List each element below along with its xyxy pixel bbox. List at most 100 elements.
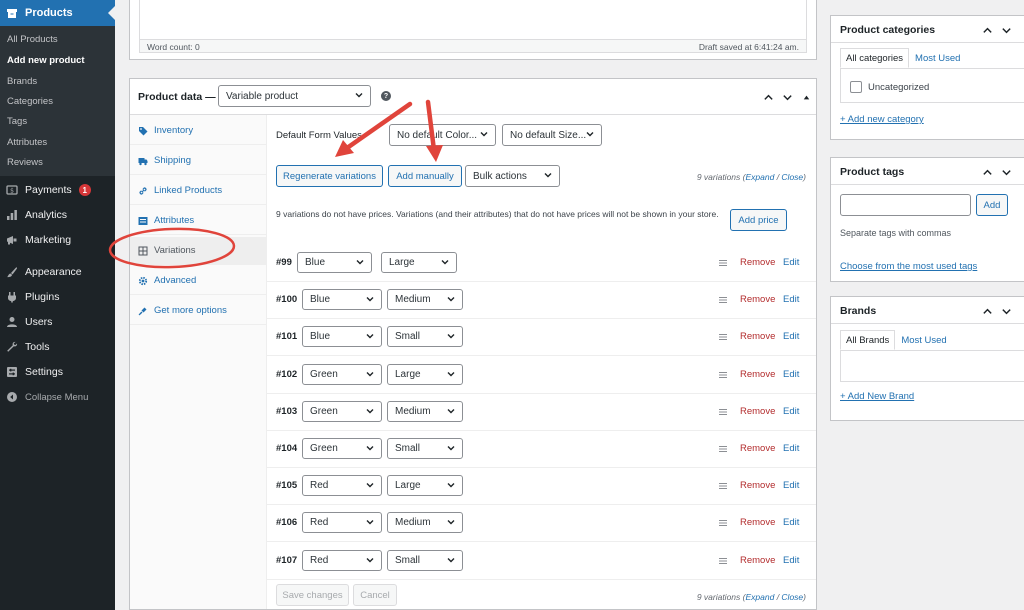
edit-variation-link[interactable]: Edit bbox=[783, 369, 799, 380]
edit-variation-link[interactable]: Edit bbox=[783, 517, 799, 528]
cancel-button[interactable]: Cancel bbox=[353, 584, 397, 606]
menu-item-settings[interactable]: Settings bbox=[6, 362, 115, 382]
submenu-attributes[interactable]: Attributes bbox=[7, 137, 47, 148]
drag-handle-icon[interactable] bbox=[718, 295, 728, 305]
submenu-categories[interactable]: Categories bbox=[7, 96, 53, 107]
move-down-icon[interactable] bbox=[1000, 166, 1012, 178]
content-editor[interactable] bbox=[139, 0, 807, 40]
variation-size-select[interactable]: Large bbox=[387, 475, 463, 497]
variation-row[interactable]: #106 Red Medium Remove Edit bbox=[267, 505, 816, 543]
variation-color-select[interactable]: Red bbox=[302, 475, 382, 497]
variation-row[interactable]: #103 Green Medium Remove Edit bbox=[267, 394, 816, 431]
menu-item-payments[interactable]: $ Payments 1 bbox=[6, 180, 115, 200]
variation-color-select[interactable]: Blue bbox=[302, 326, 382, 348]
move-up-icon[interactable] bbox=[981, 305, 993, 317]
menu-item-analytics[interactable]: Analytics bbox=[6, 205, 115, 225]
drag-handle-icon[interactable] bbox=[718, 370, 728, 380]
tab-most-used[interactable]: Most Used bbox=[895, 330, 952, 350]
submenu-tags[interactable]: Tags bbox=[7, 116, 27, 127]
close-link[interactable]: Close bbox=[781, 592, 803, 602]
move-up-icon[interactable] bbox=[981, 166, 993, 178]
remove-variation-link[interactable]: Remove bbox=[740, 294, 775, 305]
collapse-menu-button[interactable]: Collapse Menu bbox=[6, 387, 115, 407]
tab-all-brands[interactable]: All Brands bbox=[840, 330, 896, 350]
toggle-panel-icon[interactable] bbox=[800, 91, 812, 103]
variation-row[interactable]: #105 Red Large Remove Edit bbox=[267, 468, 816, 506]
save-changes-button[interactable]: Save changes bbox=[276, 584, 349, 606]
expand-link[interactable]: Expand bbox=[745, 592, 774, 602]
tag-input[interactable] bbox=[840, 194, 971, 216]
edit-variation-link[interactable]: Edit bbox=[783, 406, 799, 417]
tab-variations[interactable]: Variations bbox=[130, 237, 267, 265]
tab-most-used[interactable]: Most Used bbox=[909, 48, 966, 68]
variation-size-select[interactable]: Medium bbox=[387, 512, 463, 534]
add-price-button[interactable]: Add price bbox=[730, 209, 787, 231]
menu-item-plugins[interactable]: Plugins bbox=[6, 287, 115, 307]
menu-item-users[interactable]: Users bbox=[6, 312, 115, 332]
add-tag-button[interactable]: Add bbox=[976, 194, 1008, 216]
variation-row[interactable]: #100 Blue Medium Remove Edit bbox=[267, 282, 816, 320]
edit-variation-link[interactable]: Edit bbox=[783, 331, 799, 342]
variation-color-select[interactable]: Green bbox=[302, 363, 382, 385]
tab-shipping[interactable]: Shipping bbox=[130, 147, 267, 175]
tab-attributes[interactable]: Attributes bbox=[130, 207, 267, 235]
move-up-icon[interactable] bbox=[762, 91, 774, 103]
tab-inventory[interactable]: Inventory bbox=[130, 117, 267, 145]
remove-variation-link[interactable]: Remove bbox=[740, 406, 775, 417]
regenerate-variations-button[interactable]: Regenerate variations bbox=[276, 165, 383, 187]
variation-size-select[interactable]: Medium bbox=[387, 400, 463, 422]
remove-variation-link[interactable]: Remove bbox=[740, 331, 775, 342]
default-color-select[interactable]: No default Color... bbox=[389, 124, 496, 146]
tab-all-categories[interactable]: All categories bbox=[840, 48, 910, 68]
remove-variation-link[interactable]: Remove bbox=[740, 555, 775, 566]
move-up-icon[interactable] bbox=[981, 24, 993, 36]
add-manually-button[interactable]: Add manually bbox=[388, 165, 462, 187]
menu-item-tools[interactable]: Tools bbox=[6, 337, 115, 357]
variation-row[interactable]: #101 Blue Small Remove Edit bbox=[267, 319, 816, 357]
remove-variation-link[interactable]: Remove bbox=[740, 517, 775, 528]
variation-color-select[interactable]: Green bbox=[302, 438, 382, 459]
variation-size-select[interactable]: Large bbox=[381, 252, 457, 273]
variation-row[interactable]: #99 Blue Large Remove Edit bbox=[267, 245, 816, 282]
variation-color-select[interactable]: Green bbox=[302, 400, 382, 422]
close-link[interactable]: Close bbox=[781, 172, 803, 182]
menu-item-marketing[interactable]: Marketing bbox=[6, 230, 115, 250]
expand-link[interactable]: Expand bbox=[745, 172, 774, 182]
remove-variation-link[interactable]: Remove bbox=[740, 369, 775, 380]
remove-variation-link[interactable]: Remove bbox=[740, 257, 775, 268]
menu-item-products[interactable]: Products bbox=[0, 0, 115, 26]
drag-handle-icon[interactable] bbox=[718, 518, 728, 528]
variation-size-select[interactable]: Small bbox=[387, 326, 463, 348]
variation-row[interactable]: #107 Red Small Remove Edit bbox=[267, 543, 816, 580]
help-icon[interactable]: ? bbox=[381, 91, 391, 101]
remove-variation-link[interactable]: Remove bbox=[740, 480, 775, 491]
drag-handle-icon[interactable] bbox=[718, 481, 728, 491]
edit-variation-link[interactable]: Edit bbox=[783, 480, 799, 491]
drag-handle-icon[interactable] bbox=[718, 556, 728, 566]
drag-handle-icon[interactable] bbox=[718, 258, 728, 268]
move-down-icon[interactable] bbox=[1000, 24, 1012, 36]
remove-variation-link[interactable]: Remove bbox=[740, 443, 775, 454]
product-type-select[interactable]: Variable product bbox=[218, 85, 371, 107]
add-new-brand-link[interactable]: + Add New Brand bbox=[840, 391, 914, 402]
add-new-category-link[interactable]: + Add new category bbox=[840, 114, 924, 125]
variation-row[interactable]: #104 Green Small Remove Edit bbox=[267, 431, 816, 468]
move-down-icon[interactable] bbox=[1000, 305, 1012, 317]
submenu-brands[interactable]: Brands bbox=[7, 76, 37, 87]
variation-color-select[interactable]: Red bbox=[302, 549, 382, 571]
variation-size-select[interactable]: Medium bbox=[387, 289, 463, 311]
category-checkbox[interactable] bbox=[850, 81, 862, 93]
variation-size-select[interactable]: Small bbox=[387, 438, 463, 459]
variation-row[interactable]: #102 Green Large Remove Edit bbox=[267, 357, 816, 394]
drag-handle-icon[interactable] bbox=[718, 444, 728, 454]
variation-color-select[interactable]: Blue bbox=[302, 289, 382, 311]
variation-size-select[interactable]: Large bbox=[387, 363, 463, 385]
default-size-select[interactable]: No default Size... bbox=[502, 124, 602, 146]
drag-handle-icon[interactable] bbox=[718, 332, 728, 342]
edit-variation-link[interactable]: Edit bbox=[783, 443, 799, 454]
edit-variation-link[interactable]: Edit bbox=[783, 257, 799, 268]
menu-item-appearance[interactable]: Appearance bbox=[6, 262, 115, 282]
bulk-actions-select[interactable]: Bulk actions bbox=[465, 165, 560, 187]
submenu-all-products[interactable]: All Products bbox=[7, 34, 58, 45]
choose-most-used-tags-link[interactable]: Choose from the most used tags bbox=[840, 261, 977, 272]
